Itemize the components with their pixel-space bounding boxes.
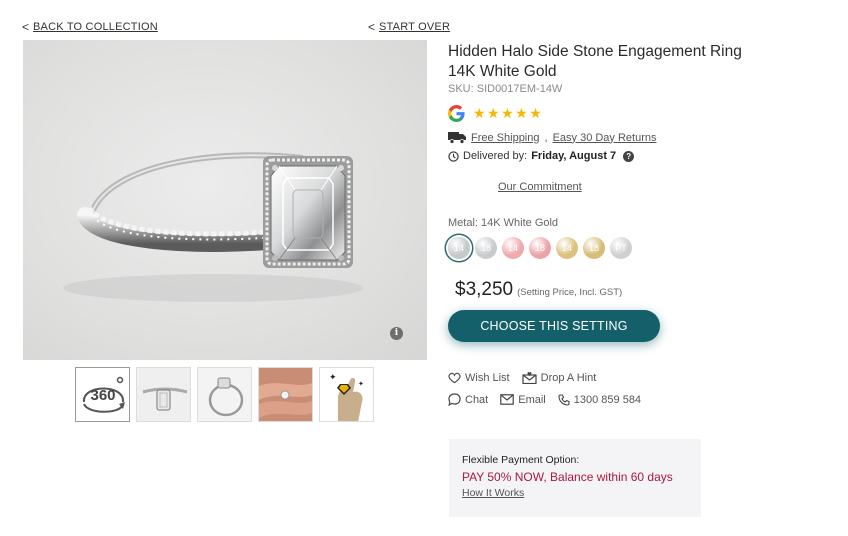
- info-icon[interactable]: i: [390, 327, 403, 340]
- chat-label: Chat: [465, 393, 489, 406]
- delivered-label: Delivered by:: [463, 150, 528, 162]
- action-row-1: Wish List Drop A Hint: [448, 371, 596, 384]
- thumbnail-side-view[interactable]: [136, 367, 191, 422]
- flexible-payment-box: Flexible Payment Option: PAY 50% NOW, Ba…: [449, 439, 701, 517]
- our-commitment-link[interactable]: Our Commitment: [498, 181, 582, 193]
- chevron-left-icon: <: [368, 20, 376, 34]
- metal-swatch[interactable]: PT: [610, 237, 632, 259]
- choose-setting-button[interactable]: CHOOSE THIS SETTING: [448, 310, 660, 342]
- price-row: $3,250 (Setting Price, Incl. GST): [455, 279, 622, 301]
- chevron-left-icon: <: [22, 20, 30, 34]
- heart-icon: [448, 372, 461, 383]
- main-product-image[interactable]: i: [23, 40, 427, 360]
- back-to-collection-link[interactable]: < BACK TO COLLECTION: [22, 20, 158, 34]
- chat-bubble-icon: [448, 393, 461, 406]
- separator-comma: ,: [544, 131, 548, 144]
- back-to-collection-label: BACK TO COLLECTION: [33, 21, 158, 33]
- payment-offer: PAY 50% NOW, Balance within 60 days: [462, 470, 673, 484]
- svg-text:✦: ✦: [358, 380, 364, 388]
- action-row-2: Chat Email 1300 859 584: [448, 393, 641, 406]
- returns-link[interactable]: Easy 30 Day Returns: [553, 132, 657, 144]
- metal-swatches: 14 18 14 18 14 18 PT: [448, 237, 632, 259]
- product-title-line1: Hidden Halo Side Stone Engagement Ring: [448, 43, 742, 60]
- phone-number: 1300 859 584: [573, 393, 642, 406]
- delivered-date: Friday, August 7: [531, 150, 617, 162]
- how-it-works-link[interactable]: How It Works: [462, 487, 688, 499]
- free-shipping-link[interactable]: Free Shipping: [471, 132, 540, 144]
- wishlist-button[interactable]: Wish List: [448, 372, 510, 384]
- metal-swatch[interactable]: 14: [556, 237, 578, 259]
- svg-text:✦: ✦: [329, 373, 337, 383]
- google-logo-icon: [448, 105, 465, 122]
- truck-icon: [448, 132, 466, 144]
- help-icon[interactable]: ?: [623, 150, 635, 162]
- metal-label: Metal: 14K White Gold: [448, 217, 559, 229]
- phone-icon: [558, 393, 570, 406]
- metal-swatch[interactable]: 18: [475, 237, 497, 259]
- metal-swatch[interactable]: 18: [529, 237, 551, 259]
- metal-swatch[interactable]: 18: [583, 237, 605, 259]
- envelope-heart-icon: [522, 372, 537, 384]
- drop-hint-button[interactable]: Drop A Hint: [522, 371, 597, 384]
- start-over-link[interactable]: < START OVER: [368, 20, 450, 34]
- payment-title: Flexible Payment Option:: [462, 454, 580, 466]
- wishlist-label: Wish List: [465, 371, 510, 384]
- price-note: (Setting Price, Incl. GST): [517, 287, 623, 298]
- product-sku: SKU: SID0017EM-14W: [448, 83, 563, 95]
- rotate-360-icon: 360: [82, 376, 125, 413]
- delivery-row: Delivered by: Friday, August 7 ?: [448, 150, 635, 162]
- start-over-label: START OVER: [379, 21, 451, 33]
- ring-illustration: [63, 152, 363, 302]
- thumbnail-strip: 360 ✦ ✦: [75, 367, 374, 422]
- email-button[interactable]: Email: [500, 394, 546, 406]
- phone-button[interactable]: 1300 859 584: [558, 394, 641, 406]
- price-amount: $3,250: [455, 279, 514, 300]
- chat-button[interactable]: Chat: [448, 393, 488, 406]
- rating-stars: ★★★★★: [473, 105, 544, 121]
- thumbnail-profile-view[interactable]: [197, 367, 252, 422]
- rating-row: ★★★★★: [448, 105, 543, 122]
- product-title-line2: 14K White Gold: [448, 63, 557, 80]
- thumbnail-360-label: 360: [90, 387, 115, 404]
- clock-icon: [448, 150, 459, 162]
- metal-swatch[interactable]: 14: [502, 237, 524, 259]
- shipping-row: Free Shipping, Easy 30 Day Returns: [448, 131, 657, 144]
- email-icon: [500, 394, 515, 405]
- product-title: Hidden Halo Side Stone Engagement Ring 1…: [448, 42, 742, 82]
- drop-hint-label: Drop A Hint: [540, 371, 597, 384]
- email-label: Email: [518, 393, 546, 406]
- thumbnail-on-hand-view[interactable]: [258, 367, 313, 422]
- thumbnail-virtual-try-on[interactable]: ✦ ✦: [319, 367, 374, 422]
- thumbnail-360-view[interactable]: 360: [75, 367, 130, 422]
- metal-swatch[interactable]: 14: [448, 237, 470, 259]
